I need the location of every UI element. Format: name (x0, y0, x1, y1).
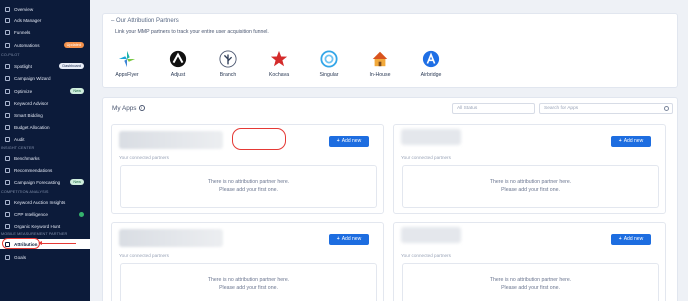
partner-branch[interactable]: Branch (208, 50, 248, 78)
partner-singular[interactable]: Singular (309, 50, 349, 78)
bidding-icon (5, 112, 10, 118)
app-card: + Add new Your connected partners There i… (393, 222, 666, 301)
empty-state: There is no attribution partner here. Pl… (402, 263, 659, 301)
sidebar-item-optimize[interactable]: Optimize New (0, 86, 90, 96)
automation-icon (5, 42, 10, 48)
sidebar-item-budget-allocation[interactable]: Budget Allocation (0, 122, 90, 132)
add-new-button[interactable]: + Add new (611, 136, 651, 147)
dashboard-badge: Dashboard (59, 63, 84, 69)
connected-partners-label: Your connected partners (119, 155, 169, 160)
airbridge-icon (422, 50, 440, 68)
section-mobile-measurement-partner: MOBILE MEASUREMENT PARTNER (1, 232, 68, 236)
sidebar-item-cpp-intelligence[interactable]: CPP Intelligence (0, 209, 90, 219)
overview-icon (5, 6, 10, 12)
add-new-highlight (232, 128, 286, 150)
sidebar-item-goals[interactable]: Goals (0, 252, 90, 262)
app-card: + Add new Your connected partners There i… (393, 124, 666, 214)
sidebar-item-keyword-auction-insights[interactable]: Keyword Auction Insights (0, 197, 90, 207)
connected-partners-label: Your connected partners (119, 253, 169, 258)
attribution-highlight (2, 238, 40, 249)
empty-state: There is no attribution partner here. Pl… (120, 165, 377, 208)
branch-icon (219, 50, 237, 68)
add-new-button[interactable]: + Add new (329, 234, 369, 245)
sidebar-item-funnels[interactable]: Funnels (0, 27, 90, 37)
sidebar-item-automations[interactable]: Automations Updated (0, 40, 90, 50)
partner-appsflyer[interactable]: AppsFlyer (107, 50, 147, 78)
sidebar-item-campaign-wizard[interactable]: Campaign Wizard (0, 73, 90, 83)
partner-in-house[interactable]: In-House (360, 50, 400, 78)
app-name-blurred (401, 227, 461, 243)
optimize-icon (5, 88, 10, 94)
app-name-blurred (401, 129, 461, 145)
sidebar-item-organic-keyword-hunt[interactable]: Organic Keyword Hunt (0, 221, 90, 231)
status-dot-icon (79, 211, 84, 217)
organic-icon (5, 223, 10, 229)
partner-airbridge[interactable]: Airbridge (411, 50, 451, 78)
empty-state: There is no attribution partner here. Pl… (402, 165, 659, 208)
section-insight-center: INSIGHT CENTER (1, 146, 35, 150)
app-card: + Add new Your connected partners There i… (111, 222, 384, 301)
section-copilot: CO-PILOT (1, 53, 20, 57)
funnel-icon (5, 29, 10, 35)
recommendations-icon (5, 167, 10, 173)
sidebar-item-spotlight[interactable]: Spotlight Dashboard (0, 61, 90, 71)
sidebar-item-keyword-advisor[interactable]: Keyword Advisor (0, 98, 90, 108)
sidebar-item-benchmarks[interactable]: Benchmarks (0, 153, 90, 163)
wizard-icon (5, 75, 10, 81)
add-new-button[interactable]: + Add new (329, 136, 369, 147)
new-badge: New (70, 88, 84, 94)
partners-title: – Our Attribution Partners (111, 18, 179, 24)
forecast-icon (5, 179, 10, 185)
keyword-icon (5, 100, 10, 106)
budget-icon (5, 124, 10, 130)
sidebar-item-overview[interactable]: Overview (0, 4, 90, 14)
app-name-blurred (119, 131, 223, 149)
status-filter[interactable]: All Status (452, 103, 535, 114)
partner-adjust[interactable]: Adjust (158, 50, 198, 78)
sidebar: Overview Ads Manager Funnels Automations… (0, 0, 90, 301)
my-apps-section: My Apps i All Status Search for Apps + Add… (102, 97, 678, 301)
auction-icon (5, 199, 10, 205)
app-name-blurred (119, 229, 223, 247)
adjust-icon (169, 50, 187, 68)
appsflyer-icon (118, 50, 136, 68)
info-icon[interactable]: i (138, 105, 145, 112)
ads-manager-icon (5, 17, 10, 23)
my-apps-title: My Apps i (112, 105, 145, 112)
collapse-icon[interactable]: – (111, 18, 114, 24)
empty-state: There is no attribution partner here. Pl… (120, 263, 377, 301)
sidebar-item-campaign-forecasting[interactable]: Campaign Forecasting New (0, 177, 90, 187)
search-icon[interactable] (664, 105, 669, 111)
connected-partners-label: Your connected partners (401, 155, 451, 160)
sidebar-item-recommendations[interactable]: Recommendations (0, 165, 90, 175)
annotation-arrow-head (38, 241, 42, 245)
add-new-button[interactable]: + Add new (611, 234, 651, 245)
house-icon (372, 51, 388, 67)
search-apps-input[interactable]: Search for Apps (539, 103, 673, 114)
new-badge: New (70, 179, 84, 185)
partners-subtitle: Link your MMP partners to track your ent… (115, 29, 269, 35)
spotlight-icon (5, 63, 10, 69)
audit-icon (5, 136, 10, 142)
updated-badge: Updated (63, 42, 84, 48)
goals-icon (5, 254, 10, 260)
partner-kochava[interactable]: Kochava (259, 50, 299, 78)
cpp-icon (5, 211, 10, 217)
annotation-arrow (40, 243, 76, 245)
connected-partners-label: Your connected partners (401, 253, 451, 258)
sidebar-item-audit[interactable]: Audit (0, 134, 90, 144)
benchmarks-icon (5, 155, 10, 161)
kochava-icon (270, 50, 288, 67)
attribution-partners-card: – Our Attribution Partners Link your MMP… (102, 13, 678, 88)
sidebar-item-ads-manager[interactable]: Ads Manager (0, 15, 90, 25)
singular-icon (320, 50, 338, 68)
section-competition-analysis: COMPETITION ANALYSIS (1, 190, 49, 194)
sidebar-item-smart-bidding[interactable]: Smart Bidding (0, 110, 90, 120)
